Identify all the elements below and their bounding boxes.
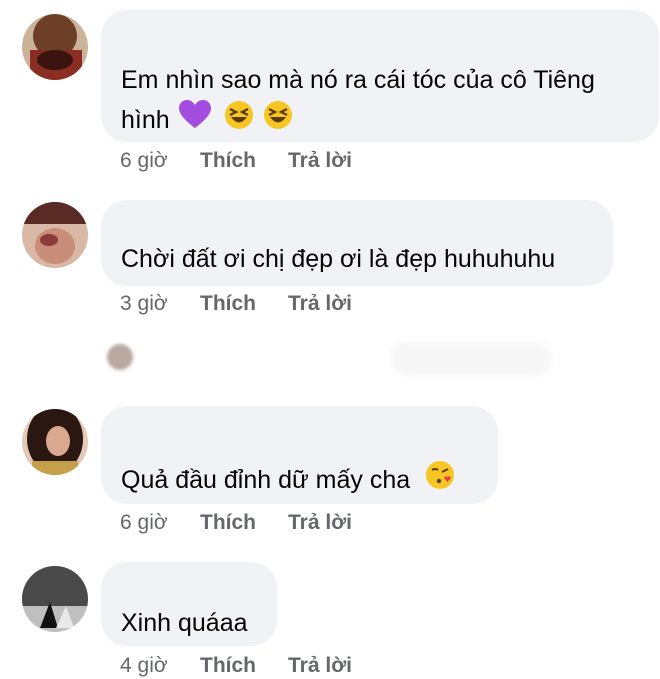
comment-text-line-2: hình bbox=[121, 100, 293, 142]
comment-timestamp: 6 giờ bbox=[120, 149, 168, 172]
comment-meta: 6 giờ Thích Trả lời bbox=[120, 510, 352, 536]
purple-heart-icon bbox=[178, 100, 211, 142]
comment-text: Xinh quáaa bbox=[121, 609, 248, 637]
like-button[interactable]: Thích bbox=[200, 148, 256, 174]
like-button[interactable]: Thích bbox=[200, 510, 256, 536]
comment-text-line-1: Em nhìn sao mà nó ra cái tóc của cô Tiên… bbox=[121, 66, 595, 94]
grinning-squinting-face-icon bbox=[263, 100, 293, 142]
avatar[interactable] bbox=[22, 14, 88, 80]
avatar[interactable] bbox=[22, 202, 88, 268]
avatar-photo-icon bbox=[22, 566, 88, 632]
reply-button[interactable]: Trả lời bbox=[288, 291, 352, 317]
comment-timestamp: 6 giờ bbox=[120, 511, 168, 534]
comment-text-line-2-text: hình bbox=[121, 106, 170, 134]
avatar-photo-icon bbox=[22, 409, 88, 475]
comment-text: Quả đầu đỉnh dữ mấy cha bbox=[121, 460, 455, 502]
hidden-reply-row bbox=[101, 330, 561, 390]
comment-timestamp: 3 giờ bbox=[120, 292, 168, 315]
comment-bubble: Em nhìn sao mà nó ra cái tóc của cô Tiên… bbox=[101, 10, 659, 142]
reply-button[interactable]: Trả lời bbox=[288, 510, 352, 536]
blurred-avatar bbox=[107, 344, 133, 370]
avatar-photo-icon bbox=[22, 202, 88, 268]
comment-bubble: Chời đất ơi chị đẹp ơi là đẹp huhuhuhu bbox=[101, 200, 613, 286]
like-button[interactable]: Thích bbox=[200, 291, 256, 317]
comment-meta: 6 giờ Thích Trả lời bbox=[120, 148, 352, 174]
comment-text: Chời đất ơi chị đẹp ơi là đẹp huhuhuhu bbox=[121, 245, 556, 273]
avatar-photo-icon bbox=[22, 14, 88, 80]
reply-button[interactable]: Trả lời bbox=[288, 653, 352, 679]
reply-button[interactable]: Trả lời bbox=[288, 148, 352, 174]
comment-meta: 3 giờ Thích Trả lời bbox=[120, 291, 352, 317]
face-blowing-a-kiss-icon bbox=[425, 460, 455, 502]
avatar[interactable] bbox=[22, 409, 88, 475]
comment-meta: 4 giờ Thích Trả lời bbox=[120, 653, 352, 679]
blurred-text bbox=[391, 342, 551, 376]
comment-bubble: Xinh quáaa bbox=[101, 562, 277, 646]
like-button[interactable]: Thích bbox=[200, 653, 256, 679]
comment-bubble: Quả đầu đỉnh dữ mấy cha bbox=[101, 406, 498, 504]
comment-timestamp: 4 giờ bbox=[120, 654, 168, 677]
avatar[interactable] bbox=[22, 566, 88, 632]
comment-text-content: Quả đầu đỉnh dữ mấy cha bbox=[121, 466, 411, 494]
grinning-squinting-face-icon bbox=[224, 100, 254, 142]
